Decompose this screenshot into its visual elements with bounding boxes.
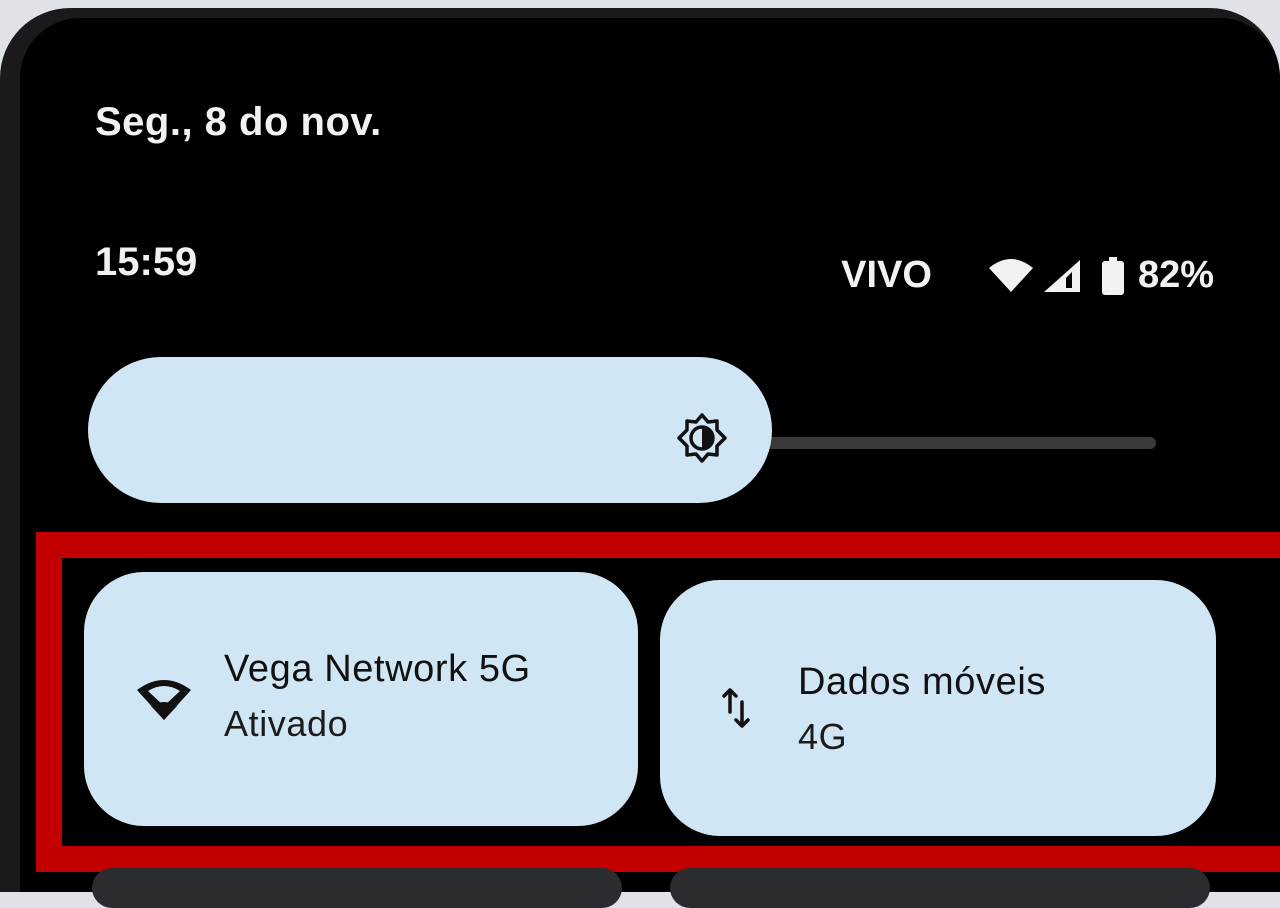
- carrier-name: VIVO: [841, 254, 932, 296]
- wifi-icon: [132, 676, 196, 722]
- wifi-tile[interactable]: Vega Network 5G Ativado: [84, 572, 638, 826]
- brightness-slider[interactable]: [88, 357, 772, 503]
- battery-percentage: 82%: [1137, 254, 1214, 296]
- date-label: Seg., 8 do nov.: [95, 100, 382, 144]
- mobile-data-label: Dados móveis: [798, 660, 1046, 703]
- wifi-network-name: Vega Network 5G: [224, 647, 531, 690]
- next-tile-row-right[interactable]: [670, 868, 1210, 908]
- mobile-data-tile[interactable]: Dados móveis 4G: [660, 580, 1216, 836]
- wifi-tile-text: Vega Network 5G Ativado: [224, 648, 531, 745]
- clock: 15:59: [95, 240, 198, 284]
- brightness-icon: [676, 412, 728, 469]
- wifi-status: Ativado: [224, 702, 349, 744]
- battery-icon: [1101, 256, 1124, 295]
- mobile-data-icon: [716, 686, 756, 730]
- wifi-icon: [988, 258, 1034, 294]
- status-bar: VIVO 82%: [841, 254, 1214, 297]
- mobile-data-network-type: 4G: [798, 715, 848, 757]
- cell-signal-icon: [1042, 258, 1082, 294]
- mobile-data-tile-text: Dados móveis 4G: [798, 661, 1046, 758]
- next-tile-row-left[interactable]: [92, 868, 622, 908]
- brightness-slider-track[interactable]: [760, 437, 1156, 449]
